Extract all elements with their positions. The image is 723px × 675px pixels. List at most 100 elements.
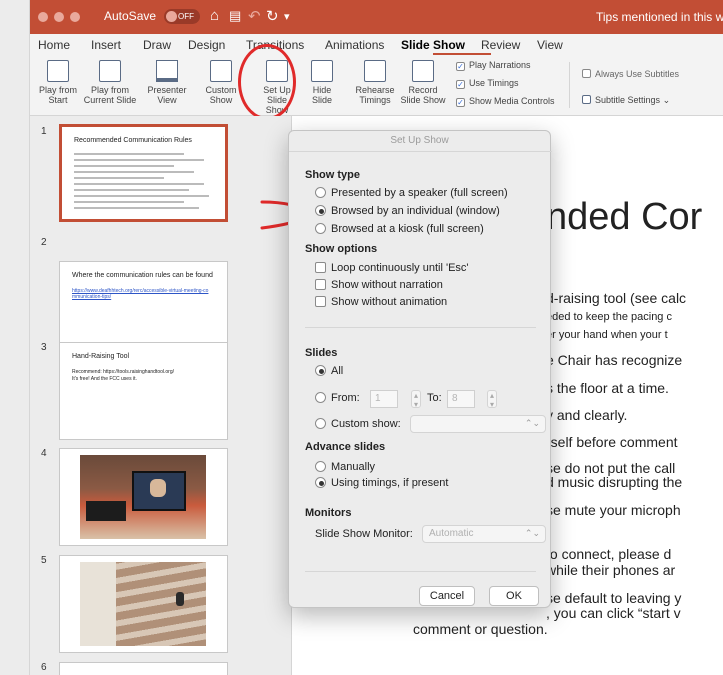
set-up-show-dialog: Set Up Show Show type Presented by a spe… [288,130,552,608]
desk-photo [80,455,206,539]
hide-slide-button[interactable]: Hide Slide [306,60,338,105]
save-icon[interactable]: ▤ [229,8,241,24]
slide-thumbnail-5[interactable] [59,555,228,653]
slide-thumbnail-1[interactable]: Recommended Communication Rules [59,124,228,222]
custom-show-label: Custom Show [205,85,237,105]
show-media-controls-checkbox[interactable]: ✓ Show Media Controls [456,96,555,107]
cancel-button[interactable]: Cancel [419,586,475,606]
text-line [74,171,194,173]
show-type-kiosk-radio[interactable]: Browsed at a kiosk (full screen) [315,223,484,235]
minimize-window-button[interactable] [54,12,64,22]
record-slide-show-button[interactable]: Record Slide Show [398,60,448,105]
advance-timings-radio[interactable]: Using timings, if present [315,477,448,489]
slide-thumb-title: Where the communication rules can be fou… [72,272,213,279]
tab-view[interactable]: View [537,38,563,52]
use-timings-checkbox[interactable]: ✓ Use Timings [456,78,519,89]
tab-review[interactable]: Review [481,38,520,52]
customize-toolbar-icon[interactable]: ▾ [284,10,290,23]
undo-icon[interactable]: ↶ [248,7,261,25]
section-divider [305,571,536,572]
autosave-toggle[interactable]: OFF [164,9,200,24]
text-line [74,201,184,203]
advance-slides-heading: Advance slides [305,441,386,453]
custom-show-select[interactable]: ⌃⌄ [410,415,546,433]
slide-text-line: se mute your microph [546,502,681,518]
tab-slide-show[interactable]: Slide Show [401,38,465,52]
loop-continuously-checkbox[interactable]: Loop continuously until 'Esc' [315,262,469,274]
show-type-kiosk-label: Browsed at a kiosk (full screen) [331,223,484,235]
checkbox-icon [582,69,591,78]
slide-number: 1 [41,126,47,137]
subtitle-settings-button[interactable]: Subtitle Settings ⌄ [582,95,670,106]
advance-manually-label: Manually [331,461,376,473]
slide-text-line: er your hand when your t [546,329,668,341]
show-without-animation-checkbox[interactable]: Show without animation [315,296,447,308]
subtitle-icon [582,95,591,104]
tab-insert[interactable]: Insert [91,38,121,52]
slide-thumbnail-6[interactable] [59,662,228,675]
ok-button[interactable]: OK [489,586,539,606]
play-from-start-label: Play from Start [38,85,77,105]
slide-text-line: e Chair has recognize [546,352,683,368]
slide-text-line: s the floor at a time. [546,380,669,396]
tab-home[interactable]: Home [38,38,70,52]
slides-from-label: From: [331,392,360,404]
ribbon-divider [569,62,570,108]
zoom-window-button[interactable] [70,12,80,22]
radio-icon [315,392,326,403]
record-icon [412,60,434,82]
slides-all-radio[interactable]: All [315,365,343,377]
custom-show-button[interactable]: Custom Show [200,60,242,105]
slide-thumbnail-4[interactable] [59,448,228,546]
show-type-individual-radio[interactable]: Browsed by an individual (window) [315,205,500,217]
home-icon[interactable]: ⌂ [210,7,219,24]
play-narrations-checkbox[interactable]: ✓ Play Narrations [456,60,531,71]
autosave-label: AutoSave [104,9,157,23]
play-from-start-button[interactable]: Play from Start [36,60,80,105]
slide-thumbnail-panel: 1 Recommended Communication Rules 2 Wher… [30,116,292,675]
slide-thumb-link: https://www.deafhhtech.org/rerc/accessib… [72,288,209,300]
presenter-view-button[interactable]: Presenter View [142,60,192,105]
advance-manually-radio[interactable]: Manually [315,461,375,473]
stairs-photo [80,562,206,646]
laptop-shape [86,501,126,521]
from-stepper-icon[interactable]: ▴ ▾ [411,390,421,409]
radio-icon [315,187,326,198]
always-use-subtitles-checkbox[interactable]: Always Use Subtitles [582,69,679,79]
to-slide-input[interactable]: 8 [447,390,475,408]
always-use-subtitles-label: Always Use Subtitles [595,69,680,79]
slide-thumb-title: Recommended Communication Rules [74,137,192,144]
to-stepper-icon[interactable]: ▴ ▾ [487,390,497,409]
from-slide-input[interactable]: 1 [370,390,398,408]
redo-icon[interactable]: ↻ [266,7,279,25]
radio-selected-icon [315,477,326,488]
slide-thumb-link: Recommend: https://tools.raisinghandtool… [72,369,174,375]
show-type-speaker-label: Presented by a speaker (full screen) [331,187,508,199]
checkmark-icon: ✓ [456,80,465,89]
chevron-down-icon: ⌄ [662,95,671,105]
section-divider [305,327,536,328]
radio-icon [315,418,326,429]
presenter-view-label: Presenter View [147,85,187,105]
dialog-title-divider [289,151,552,152]
close-window-button[interactable] [38,12,48,22]
show-without-narration-label: Show without narration [331,279,443,291]
slide-show-monitor-select[interactable]: Automatic ⌃⌄ [422,525,546,543]
show-type-speaker-radio[interactable]: Presented by a speaker (full screen) [315,187,508,199]
slide-text-line: se default to leaving y [546,590,682,606]
powerpoint-window: AutoSave OFF ⌂ ▤ ↶ ↻ ▾ Tips mentioned in… [0,0,723,675]
text-line [74,159,204,161]
slides-from-radio[interactable]: From: [315,392,360,404]
tab-draw[interactable]: Draw [143,38,171,52]
play-from-current-button[interactable]: Play from Current Slide [82,60,138,105]
slide-thumbnail-3[interactable]: Hand-Raising Tool Recommend: https://too… [59,342,228,440]
checkbox-icon [315,279,326,290]
tab-animations[interactable]: Animations [325,38,384,52]
text-line [74,177,164,179]
show-without-narration-checkbox[interactable]: Show without narration [315,279,443,291]
show-options-heading: Show options [305,243,378,255]
custom-show-radio[interactable]: Custom show: [315,418,401,430]
tab-design[interactable]: Design [188,38,225,52]
rehearse-timings-button[interactable]: Rehearse Timings [352,60,398,105]
person-shape [150,479,166,497]
